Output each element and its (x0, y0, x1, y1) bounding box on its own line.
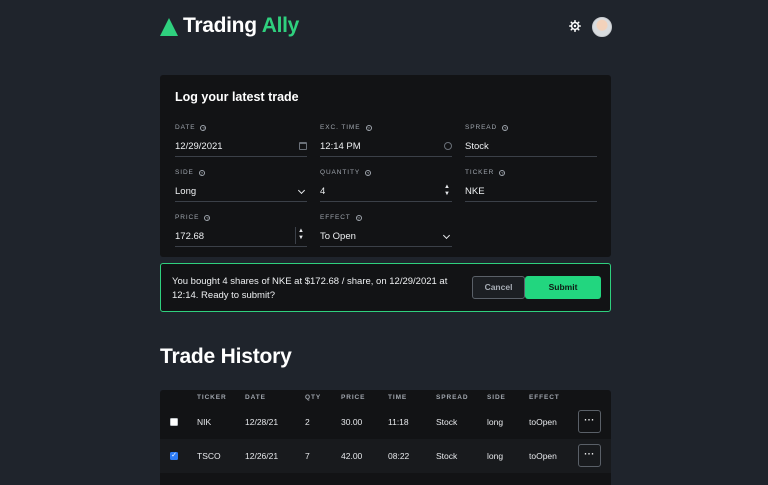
stepper-arrows-icon[interactable]: ▲ ▼ (444, 184, 450, 198)
stepper-arrows-icon[interactable]: ▲ ▼ (295, 227, 306, 244)
cell-price: 30.00 (341, 417, 363, 427)
app-header: Trading Ally (160, 14, 612, 40)
exc-time-value: 12:14 PM (320, 141, 361, 152)
exc-time-label: EXC. TIME (320, 124, 361, 131)
cell-side: long (487, 417, 504, 427)
table-row[interactable] (160, 473, 611, 485)
cell-time: 11:18 (388, 417, 409, 427)
row-checkbox-checked[interactable]: ✓ (170, 452, 178, 460)
effect-select[interactable]: To Open (320, 230, 452, 247)
quantity-stepper[interactable]: 4 ▲ ▼ (320, 184, 452, 202)
cell-date: 12/26/21 (245, 451, 279, 461)
spread-input[interactable]: Stock (465, 140, 597, 157)
table-row[interactable]: NIK 12/28/21 2 30.00 11:18 Stock long to… (160, 405, 611, 439)
col-header-price[interactable]: PRICE (341, 394, 365, 401)
row-more-button[interactable]: ··· (578, 444, 601, 467)
exc-time-input[interactable]: 12:14 PM (320, 140, 452, 157)
row-checkbox[interactable] (170, 418, 178, 426)
cell-effect: toOpen (529, 417, 557, 427)
calendar-icon[interactable] (299, 140, 307, 154)
date-field: DATE? 12/29/2021 (175, 123, 307, 157)
col-header-ticker[interactable]: TICKER (197, 394, 227, 401)
log-trade-card: Log your latest trade DATE? 12/29/2021 E… (160, 75, 611, 257)
help-icon[interactable]: ? (365, 124, 372, 131)
quantity-field: QUANTITY? 4 ▲ ▼ (320, 168, 452, 202)
price-value: 172.68 (175, 231, 205, 242)
spread-field: SPREAD? Stock (465, 123, 597, 157)
chevron-down-icon (442, 231, 451, 240)
price-field: PRICE? 172.68 ▲ ▼ (175, 213, 307, 247)
cell-qty: 2 (305, 417, 310, 427)
card-title: Log your latest trade (175, 90, 299, 104)
help-icon[interactable]: ? (502, 124, 509, 131)
cell-spread: Stock (436, 417, 458, 427)
col-header-qty[interactable]: QTY (305, 394, 321, 401)
trade-history-table: TICKER DATE QTY PRICE TIME SPREAD SIDE E… (160, 390, 611, 485)
col-header-spread[interactable]: SPREAD (436, 394, 469, 401)
effect-value: To Open (320, 231, 356, 242)
help-icon[interactable]: ? (355, 214, 362, 221)
cell-ticker: TSCO (197, 451, 221, 461)
row-more-button[interactable]: ··· (578, 410, 601, 433)
clock-icon[interactable] (444, 140, 452, 154)
effect-label: EFFECT (320, 214, 351, 221)
ticker-input[interactable]: NKE (465, 185, 597, 202)
side-label: SIDE (175, 169, 194, 176)
cell-side: long (487, 451, 504, 461)
exc-time-field: EXC. TIME? 12:14 PM (320, 123, 452, 157)
date-value: 12/29/2021 (175, 141, 223, 152)
chevron-down-icon (297, 186, 306, 195)
table-row[interactable]: ✓ TSCO 12/26/21 7 42.00 08:22 Stock long… (160, 439, 611, 473)
quantity-label: QUANTITY (320, 169, 361, 176)
cell-effect: toOpen (529, 451, 557, 461)
date-input[interactable]: 12/29/2021 (175, 140, 307, 157)
help-icon[interactable]: ? (200, 124, 207, 131)
user-avatar[interactable] (592, 17, 612, 37)
side-select[interactable]: Long (175, 185, 307, 202)
confirm-message: You bought 4 shares of NKE at $172.68 / … (172, 276, 448, 301)
help-icon[interactable]: ? (365, 169, 372, 176)
cell-ticker: NIK (197, 417, 212, 427)
price-stepper[interactable]: 172.68 ▲ ▼ (175, 227, 307, 247)
effect-field: EFFECT? To Open (320, 213, 452, 247)
cell-price: 42.00 (341, 451, 363, 461)
cell-date: 12/28/21 (245, 417, 279, 427)
help-icon[interactable]: ? (198, 169, 205, 176)
submit-button[interactable]: Submit (525, 276, 601, 299)
spread-label: SPREAD (465, 124, 498, 131)
brand-logo[interactable]: Trading Ally (160, 14, 299, 38)
gear-icon[interactable] (569, 20, 581, 32)
brand-accent: Ally (261, 14, 300, 37)
cell-time: 08:22 (388, 451, 410, 461)
col-header-date[interactable]: DATE (245, 394, 266, 401)
logo-triangle-icon (160, 17, 178, 36)
col-header-side[interactable]: SIDE (487, 394, 506, 401)
spread-value: Stock (465, 141, 489, 152)
help-icon[interactable]: ? (499, 169, 506, 176)
price-label: PRICE (175, 214, 200, 221)
date-label: DATE (175, 124, 196, 131)
cancel-button[interactable]: Cancel (472, 276, 525, 299)
side-field: SIDE? Long (175, 168, 307, 202)
side-value: Long (175, 186, 197, 197)
ticker-field: TICKER? NKE (465, 168, 597, 202)
col-header-effect[interactable]: EFFECT (529, 394, 560, 401)
trade-history-title: Trade History (160, 345, 292, 368)
confirm-banner: You bought 4 shares of NKE at $172.68 / … (160, 263, 611, 312)
cell-spread: Stock (436, 451, 458, 461)
ticker-label: TICKER (465, 169, 495, 176)
quantity-value: 4 (320, 186, 326, 197)
help-icon[interactable]: ? (204, 214, 211, 221)
ticker-value: NKE (465, 186, 485, 197)
brand-name: Trading (183, 14, 257, 37)
col-header-time[interactable]: TIME (388, 394, 407, 401)
cell-qty: 7 (305, 451, 310, 461)
